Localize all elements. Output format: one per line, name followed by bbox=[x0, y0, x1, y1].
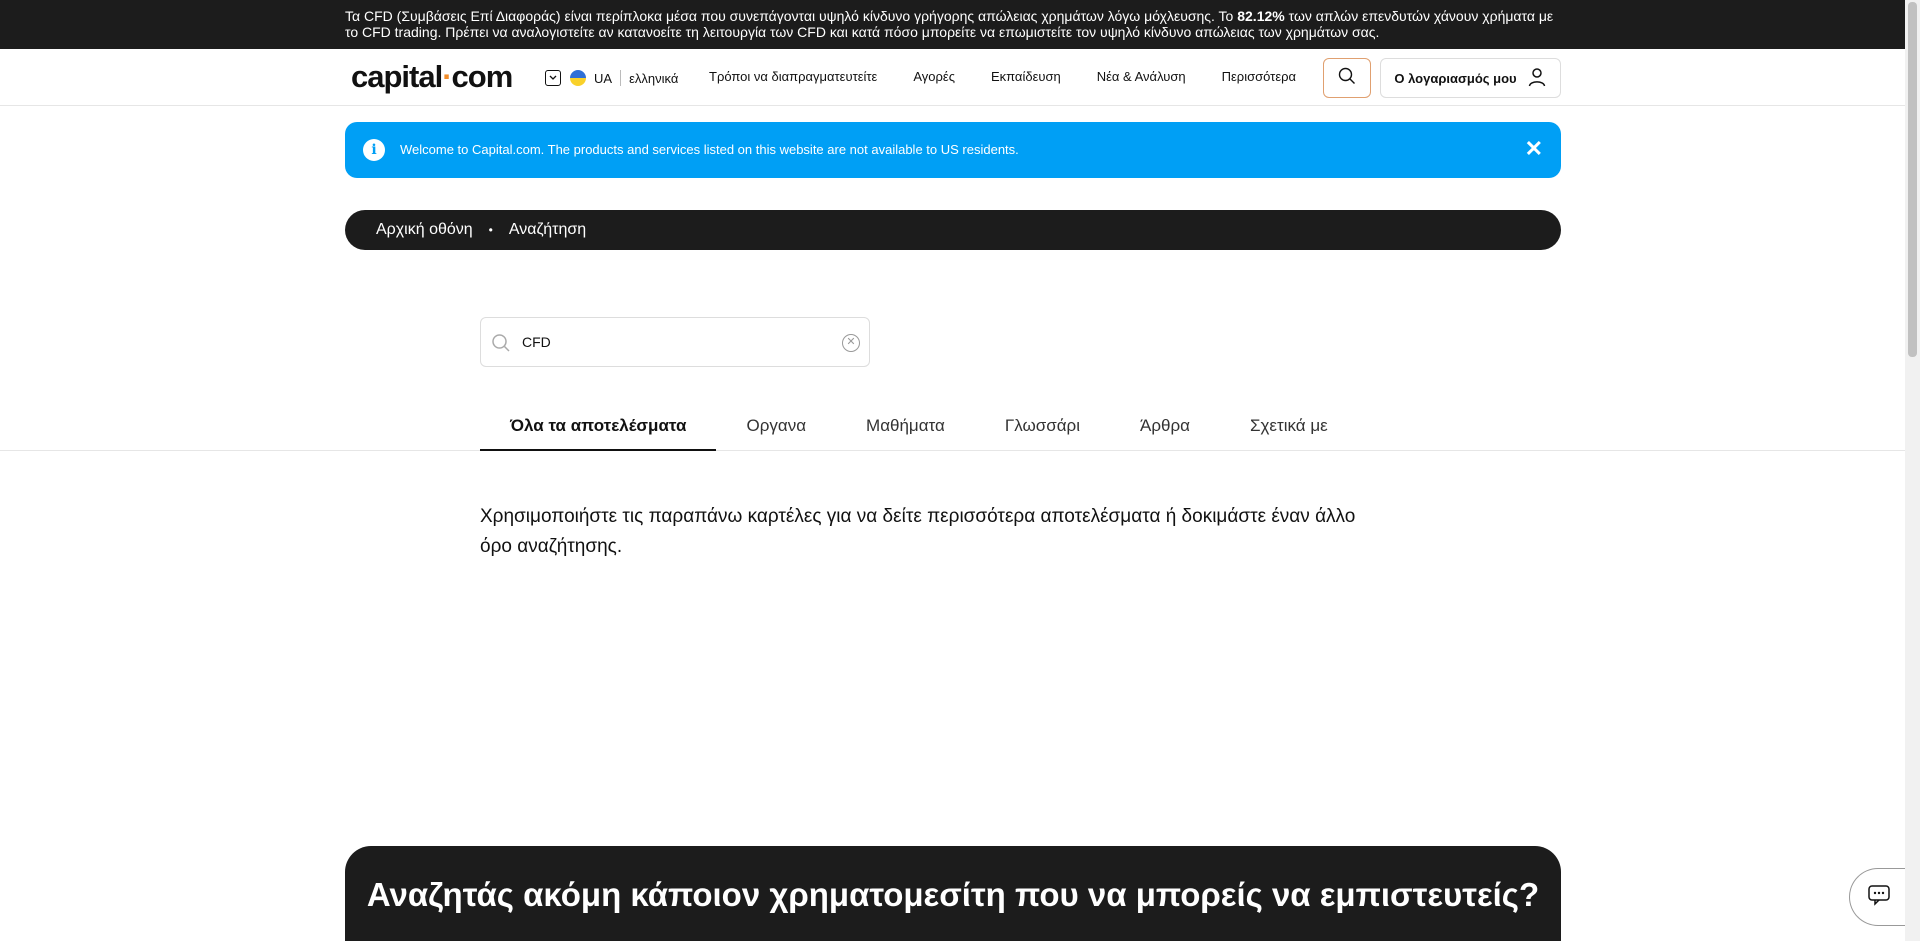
chat-widget-button[interactable] bbox=[1849, 868, 1907, 926]
tab-all-results[interactable]: Όλα τα αποτελέσματα bbox=[480, 404, 717, 451]
tab-glossary[interactable]: Γλωσσάρι bbox=[975, 404, 1110, 451]
site-header: capital·com UA ελληνικά Τρόποι να διαπρα… bbox=[0, 49, 1905, 106]
clear-search-icon[interactable]: ✕ bbox=[842, 334, 860, 352]
breadcrumb-home[interactable]: Αρχική οθόνη bbox=[376, 221, 473, 239]
tab-instruments[interactable]: Οργανα bbox=[716, 404, 836, 451]
search-box: ✕ bbox=[480, 317, 870, 367]
welcome-message: Welcome to Capital.com. The products and… bbox=[400, 142, 1019, 157]
results-tabs: Όλα τα αποτελέσματα Οργανα Μαθήματα Γλωσ… bbox=[480, 404, 1358, 451]
search-input[interactable] bbox=[522, 330, 822, 354]
info-icon: i bbox=[363, 139, 385, 161]
search-icon bbox=[1338, 67, 1356, 90]
risk-warning-text: Τα CFD (Συμβάσεις Επί Διαφοράς) είναι πε… bbox=[345, 8, 1554, 40]
region-language-selector[interactable]: UA ελληνικά bbox=[545, 67, 678, 89]
nav-item-education[interactable]: Εκπαίδευση bbox=[991, 69, 1061, 84]
page-scrollbar[interactable] bbox=[1905, 0, 1920, 941]
tab-courses[interactable]: Μαθήματα bbox=[836, 404, 975, 451]
search-icon bbox=[491, 333, 511, 358]
nav-item-ways-to-trade[interactable]: Τρόποι να διαπραγματευτείτε bbox=[709, 69, 877, 84]
capital-logo[interactable]: capital·com bbox=[351, 59, 513, 95]
nav-item-news-analysis[interactable]: Νέα & Ανάλυση bbox=[1097, 69, 1186, 84]
nav-item-markets[interactable]: Αγορές bbox=[913, 69, 955, 84]
chevron-down-icon bbox=[545, 70, 561, 86]
main-nav: Τρόποι να διαπραγματευτείτε Αγορές Εκπαί… bbox=[709, 69, 1332, 84]
risk-percent: 82.12% bbox=[1237, 8, 1285, 24]
scrollbar-thumb[interactable] bbox=[1908, 2, 1917, 357]
nav-item-more[interactable]: Περισσότερα bbox=[1222, 69, 1296, 84]
results-hint: Χρησιμοποιήστε τις παραπάνω καρτέλες για… bbox=[480, 506, 1356, 557]
tab-about[interactable]: Σχετικά με bbox=[1220, 404, 1358, 451]
user-icon bbox=[1517, 67, 1547, 90]
breadcrumb: Αρχική οθόνη • Αναζήτηση bbox=[345, 210, 1561, 250]
language-label: ελληνικά bbox=[629, 70, 679, 86]
welcome-alert: i Welcome to Capital.com. The products a… bbox=[345, 122, 1561, 178]
my-account-label: Ο λογαριασμός μου bbox=[1394, 70, 1517, 86]
header-search-button[interactable] bbox=[1323, 58, 1371, 98]
chat-icon bbox=[1867, 884, 1891, 911]
tab-articles[interactable]: Άρθρα bbox=[1110, 404, 1220, 451]
divider bbox=[620, 70, 622, 86]
close-icon[interactable]: ✕ bbox=[1525, 137, 1543, 161]
risk-warning-banner: Τα CFD (Συμβάσεις Επί Διαφοράς) είναι πε… bbox=[0, 0, 1905, 49]
breadcrumb-separator: • bbox=[488, 223, 493, 237]
my-account-button[interactable]: Ο λογαριασμός μου bbox=[1380, 58, 1561, 98]
promo-title: Αναζητάς ακόμη κάποιον χρηματομεσίτη που… bbox=[366, 876, 1540, 913]
region-code: UA bbox=[594, 70, 613, 86]
broker-promo-section: Αναζητάς ακόμη κάποιον χρηματομεσίτη που… bbox=[345, 846, 1561, 941]
flag-ua-icon bbox=[570, 70, 586, 86]
breadcrumb-current: Αναζήτηση bbox=[508, 221, 587, 238]
